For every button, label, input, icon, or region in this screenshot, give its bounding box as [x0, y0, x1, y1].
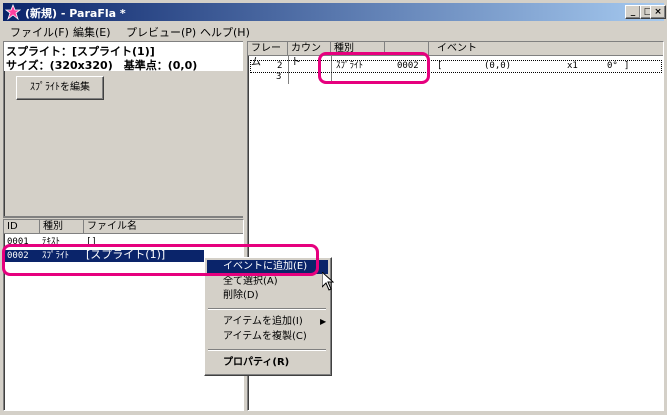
column-header-type[interactable]: 種別 [40, 220, 84, 234]
menu-preview[interactable]: プレビュー(P) [126, 24, 196, 40]
window-title: (新規) - ParaFla * [25, 7, 126, 20]
menu-item-duplicate-item[interactable]: アイテムを複製(C) [207, 330, 328, 344]
horizontal-splitter[interactable] [3, 216, 243, 218]
highlight-annotation [2, 244, 319, 276]
close-icon: × [654, 7, 662, 17]
header-label: 種別 [43, 221, 63, 232]
timeline-row[interactable]: 3 [250, 72, 660, 83]
menu-edit[interactable]: 編集(E) [73, 24, 111, 40]
menu-separator [208, 349, 326, 351]
highlight-annotation [318, 52, 430, 84]
menu-item-delete[interactable]: 削除(D) [207, 289, 328, 303]
header-label: ID [7, 221, 18, 232]
event-position: (0,0) [484, 61, 512, 71]
minimize-button[interactable]: _ [625, 5, 641, 19]
column-header-filename[interactable]: ファイル名 [84, 220, 243, 234]
header-label: ファイル名 [87, 221, 137, 232]
parafla-star-icon [5, 4, 21, 20]
title-bar[interactable]: (新規) - ParaFla * _ □ [3, 3, 664, 21]
close-button[interactable]: × [650, 5, 666, 19]
sprite-size-info: サイズ：(320x320) 基準点：(0,0) [6, 59, 198, 72]
frame-number: 3 [276, 72, 282, 82]
header-label: イベント [437, 43, 477, 54]
edit-sprite-button[interactable]: ｽﾌﾟﾗｲﾄを編集 [16, 76, 104, 100]
menu-item-label: アイテムを追加(I) [223, 316, 303, 327]
menu-item-select-all[interactable]: 全て選択(A) [207, 275, 328, 289]
event-scale: x1 [567, 61, 578, 71]
submenu-arrow-icon: ▶ [320, 317, 327, 326]
column-header-event[interactable]: イベント [429, 42, 663, 56]
menu-file[interactable]: ファイル(F) [10, 24, 69, 40]
event-close-bracket: ] [624, 61, 630, 71]
column-header-frame[interactable]: フレーム [248, 42, 288, 68]
column-header-id[interactable]: ID [4, 220, 40, 234]
minimize-icon: _ [630, 7, 636, 17]
frame-number: 2 [277, 61, 283, 71]
event-open-bracket: [ [437, 61, 443, 71]
mouse-cursor-icon [322, 272, 334, 291]
menu-item-properties[interactable]: プロパティ(R) [207, 356, 328, 370]
menu-separator [208, 308, 326, 310]
menu-help[interactable]: ヘルプ(H) [200, 24, 250, 40]
sprite-info-panel: スプライト：[スプライト(1)] サイズ：(320x320) 基準点：(0,0)… [3, 41, 244, 217]
event-angle: 0° [607, 61, 618, 71]
menu-item-add-item[interactable]: アイテムを追加(I) ▶ [207, 315, 328, 329]
menu-bar: ファイル(F) 編集(E) プレビュー(P) ヘルプ(H) [3, 22, 664, 40]
